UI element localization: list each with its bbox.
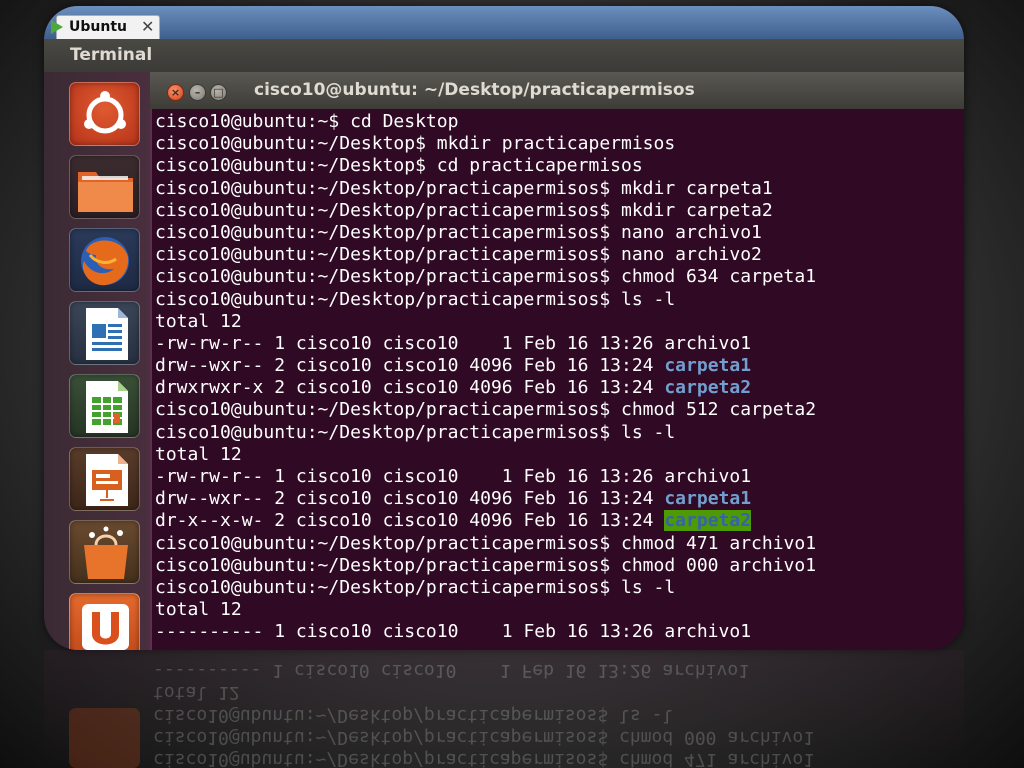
directory-name: carpeta1 xyxy=(664,488,752,510)
tab-ubuntu[interactable]: Ubuntu ✕ xyxy=(51,15,160,39)
directory-name: carpeta1 xyxy=(664,355,752,377)
window-titlebar[interactable]: × – □ cisco10@ubuntu: ~/Desktop/practica… xyxy=(150,72,964,109)
launcher-software-center[interactable] xyxy=(69,520,140,584)
libreoffice-writer-icon xyxy=(86,308,128,360)
window-maximize-button[interactable]: □ xyxy=(210,84,227,101)
directory-name: carpeta2 xyxy=(664,510,752,532)
terminal-window: × – □ cisco10@ubuntu: ~/Desktop/practica… xyxy=(150,72,964,650)
maximize-icon: □ xyxy=(213,86,224,99)
ubuntu-desktop-screen: Ubuntu ✕ Terminal × – □ cisco10@ubuntu: … xyxy=(44,6,964,650)
terminal-line: cisco10@ubuntu:~/Desktop/practicapermiso… xyxy=(155,576,676,598)
reflected-terminal-line: cisco10@ubuntu:~/Desktop/practicapermiso… xyxy=(153,704,674,726)
terminal-line: ---------- 1 cisco10 cisco10 1 Feb 16 13… xyxy=(155,621,752,643)
terminal-line: cisco10@ubuntu:~$ cd Desktop xyxy=(155,111,459,132)
firefox-icon xyxy=(81,237,129,286)
terminal-line: cisco10@ubuntu:~/Desktop/practicapermiso… xyxy=(155,421,676,443)
reflection-content: cisco10@ubuntu:~/Desktop/practicapermiso… xyxy=(44,650,964,768)
terminal-output[interactable]: cisco10@ubuntu:~$ cd Desktop cisco10@ubun… xyxy=(150,109,964,650)
close-icon: × xyxy=(170,86,181,99)
terminal-line: cisco10@ubuntu:~/Desktop/practicapermiso… xyxy=(155,266,817,288)
reflected-terminal-line: ---------- 1 cisco10 cisco10 1 Feb 16 13… xyxy=(153,660,750,682)
terminal-line: drwxrwxr-x 2 cisco10 cisco10 4096 Feb 16… xyxy=(155,377,816,399)
launcher-libreoffice-calc[interactable] xyxy=(69,374,140,438)
launcher-firefox[interactable] xyxy=(69,228,140,292)
terminal-line: cisco10@ubuntu:~/Desktop/practicapermiso… xyxy=(155,177,773,199)
terminal-line-prefix: dr-x--x-w- 2 cisco10 cisco10 4096 Feb 16… xyxy=(155,510,665,532)
reflected-terminal-line: cisco10@ubuntu:~/Desktop/practicapermiso… xyxy=(153,726,815,748)
shopping-bag-icon xyxy=(84,526,128,579)
terminal-line: cisco10@ubuntu:~/Desktop/practicapermiso… xyxy=(155,244,762,266)
reflected-terminal-lines: cisco10@ubuntu:~/Desktop/practicapermiso… xyxy=(153,659,814,768)
terminal-line-prefix: drw--wxr-- 2 cisco10 cisco10 4096 Feb 16… xyxy=(155,355,665,377)
terminal-line: cisco10@ubuntu:~/Desktop/practicapermiso… xyxy=(155,221,762,243)
launcher-ubuntu-one[interactable] xyxy=(69,593,140,650)
launcher-libreoffice-writer[interactable] xyxy=(69,301,140,365)
directory-name: carpeta2 xyxy=(664,377,752,399)
terminal-line-prefix: drw--wxr-- 2 cisco10 cisco10 4096 Feb 16… xyxy=(155,488,665,510)
ubuntu-logo-icon xyxy=(84,91,126,134)
browser-tab-strip: Ubuntu ✕ xyxy=(44,6,964,39)
green-arrow-icon xyxy=(51,20,63,34)
unity-launcher xyxy=(44,72,150,650)
minimize-icon: – xyxy=(194,86,201,99)
ubuntu-one-icon xyxy=(82,604,129,650)
terminal-line: total 12 xyxy=(155,443,242,465)
launcher-libreoffice-impress[interactable] xyxy=(69,447,140,511)
launcher-files[interactable] xyxy=(69,155,140,219)
window-title: cisco10@ubuntu: ~/Desktop/practicapermis… xyxy=(254,80,695,100)
launcher-ubuntu-home[interactable] xyxy=(69,82,140,146)
terminal-lines: cisco10@ubuntu:~$ cd Desktop cisco10@ubun… xyxy=(155,111,816,644)
terminal-line: cisco10@ubuntu:~/Desktop/practicapermiso… xyxy=(155,199,773,221)
folder-icon xyxy=(78,172,133,212)
tab-label: Ubuntu xyxy=(69,19,127,35)
libreoffice-calc-icon xyxy=(86,381,128,433)
screen-reflection: cisco10@ubuntu:~/Desktop/practicapermiso… xyxy=(44,650,964,768)
terminal-line: cisco10@ubuntu:~/Desktop$ cd practicaper… xyxy=(155,155,643,177)
terminal-line: drw--wxr-- 2 cisco10 cisco10 4096 Feb 16… xyxy=(155,355,816,377)
top-panel: Terminal xyxy=(44,39,964,73)
terminal-line: total 12 xyxy=(155,310,242,332)
terminal-line-prefix: drwxrwxr-x 2 cisco10 cisco10 4096 Feb 16… xyxy=(155,377,665,399)
terminal-line: cisco10@ubuntu:~/Desktop/practicapermiso… xyxy=(155,288,676,310)
terminal-line: -rw-rw-r-- 1 cisco10 cisco10 1 Feb 16 13… xyxy=(155,466,752,487)
terminal-line: cisco10@ubuntu:~/Desktop/practicapermiso… xyxy=(155,399,817,421)
tab-close-icon[interactable]: ✕ xyxy=(141,17,154,36)
terminal-line: total 12 xyxy=(155,599,242,621)
reflected-terminal-line: total 12 xyxy=(153,682,240,704)
terminal-line: drw--wxr-- 2 cisco10 cisco10 4096 Feb 16… xyxy=(155,488,816,510)
reflected-terminal-line: cisco10@ubuntu:~/Desktop/practicapermiso… xyxy=(153,749,815,768)
libreoffice-impress-icon xyxy=(86,454,128,506)
terminal-line: cisco10@ubuntu:~/Desktop/practicapermiso… xyxy=(155,554,817,576)
terminal-line: cisco10@ubuntu:~/Desktop/practicapermiso… xyxy=(155,532,817,554)
reflected-ubuntu-one-icon xyxy=(69,708,140,768)
terminal-line: -rw-rw-r-- 1 cisco10 cisco10 1 Feb 16 13… xyxy=(155,332,752,354)
app-title: Terminal xyxy=(70,45,153,65)
terminal-line: dr-x--x-w- 2 cisco10 cisco10 4096 Feb 16… xyxy=(155,510,816,532)
window-close-button[interactable]: × xyxy=(167,84,184,101)
terminal-line: cisco10@ubuntu:~/Desktop$ mkdir practica… xyxy=(155,133,676,155)
window-minimize-button[interactable]: – xyxy=(189,84,206,101)
